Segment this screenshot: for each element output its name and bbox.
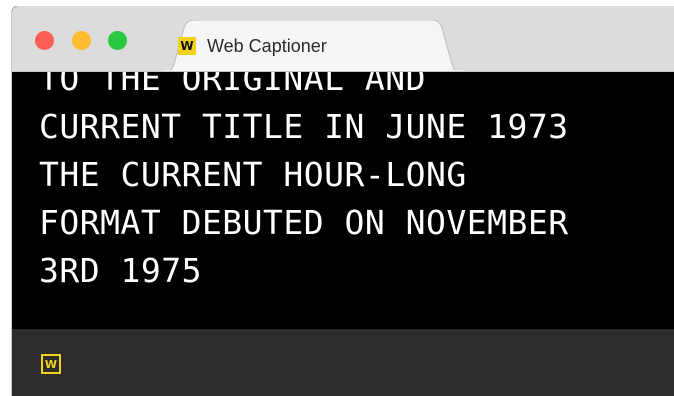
close-window-button[interactable] [35,31,54,50]
bottom-toolbar: W [12,329,674,396]
logo-letter: W [44,357,58,371]
favicon-letter: W [180,39,194,53]
tab-title: Web Captioner [207,35,327,56]
caption-line: THE CURRENT HOUR-LONG [39,155,467,194]
web-captioner-logo-icon[interactable]: W [41,354,61,374]
caption-line: TO THE ORIGINAL AND [39,72,426,98]
caption-line: 3RD 1975 [39,251,202,290]
minimize-window-button[interactable] [72,31,91,50]
caption-line: FORMAT DEBUTED ON NOVEMBER [39,203,569,242]
caption-transcript: TO THE ORIGINAL AND CURRENT TITLE IN JUN… [39,72,569,295]
title-bar: W Web Captioner [12,6,674,73]
browser-tab[interactable]: W Web Captioner [178,34,327,58]
web-captioner-favicon-icon: W [178,37,196,55]
browser-window: W Web Captioner TO THE ORIGINAL AND CURR… [11,6,674,396]
caption-line: CURRENT TITLE IN JUNE 1973 [39,107,569,146]
caption-display: TO THE ORIGINAL AND CURRENT TITLE IN JUN… [12,72,674,329]
zoom-window-button[interactable] [108,31,127,50]
